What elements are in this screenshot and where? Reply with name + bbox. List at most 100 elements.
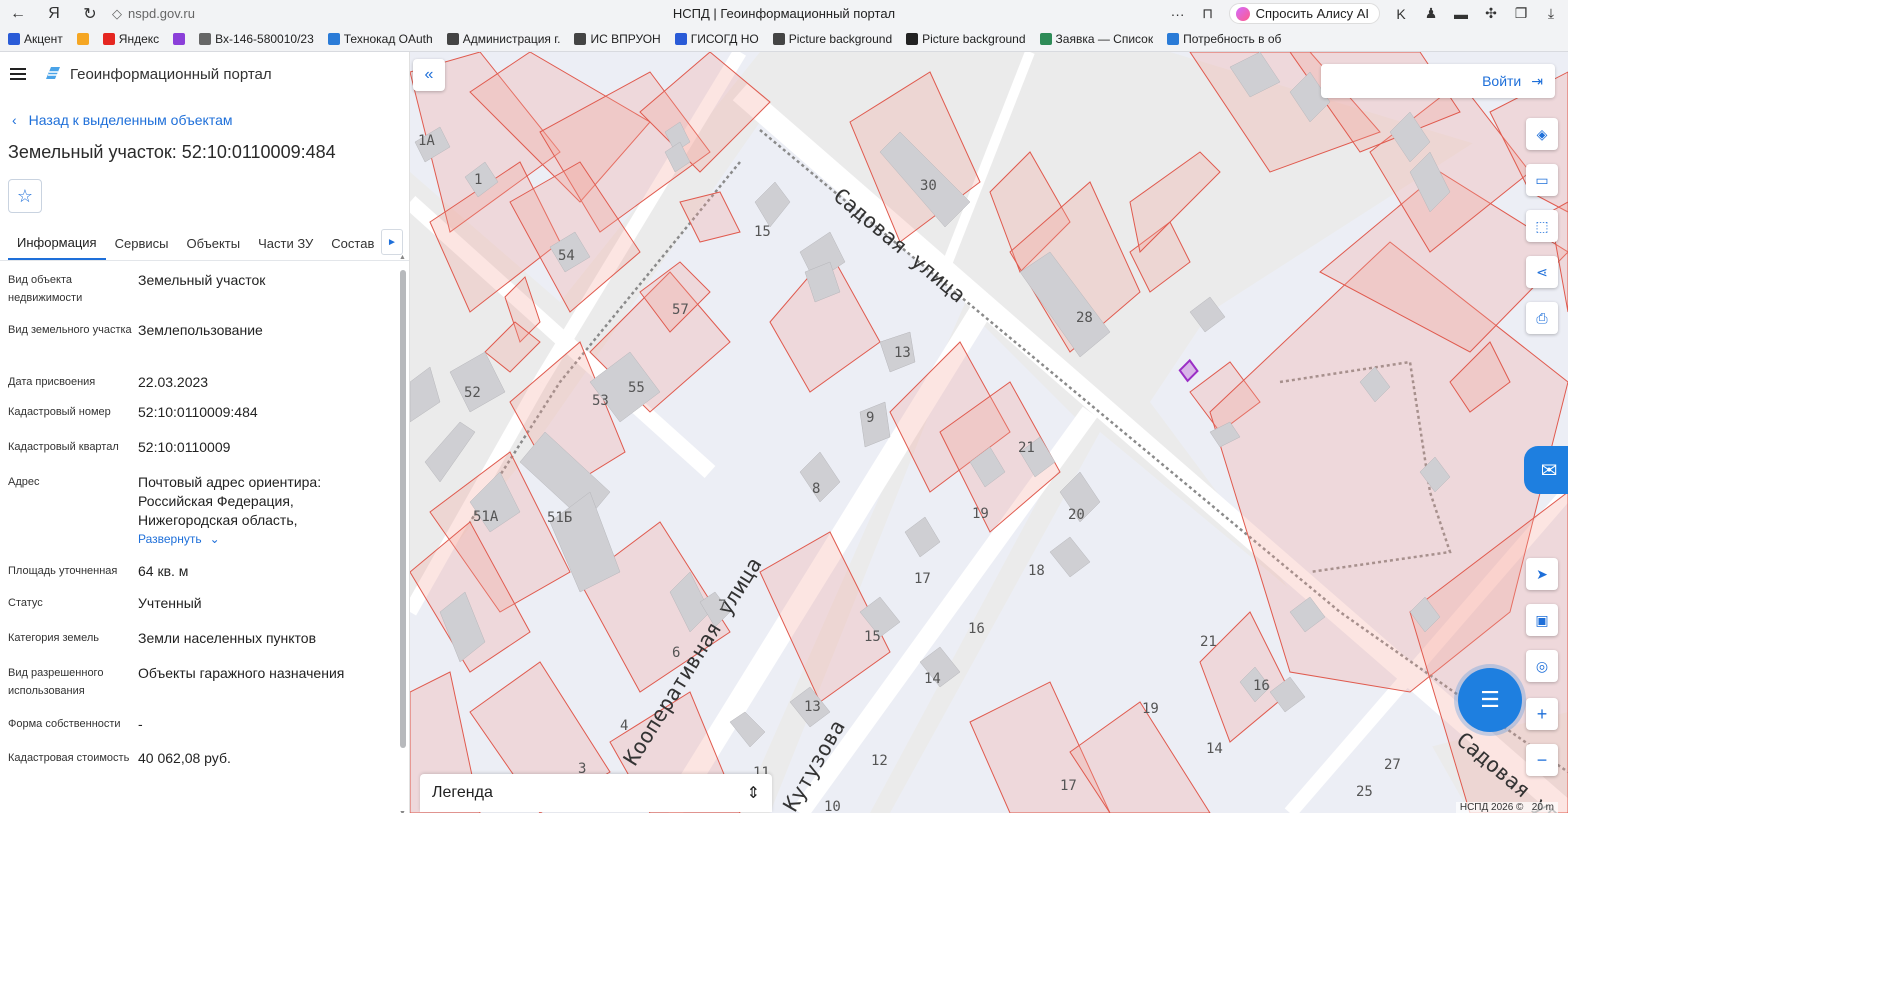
print-button[interactable]: ⎙	[1526, 302, 1558, 334]
bookmark-icon[interactable]: ⊓	[1199, 5, 1217, 23]
house-number: 27	[1384, 757, 1401, 773]
zoom-in-button[interactable]: +	[1526, 698, 1558, 730]
bookmark-favicon-icon	[327, 33, 340, 45]
star-icon: ☆	[16, 185, 34, 206]
bookmark-favicon-icon	[1167, 33, 1180, 45]
attr-row: Площадь уточненная 64 кв. м	[8, 562, 391, 594]
tab-services[interactable]: Сервисы	[106, 227, 178, 260]
bookmark-label: Администрация г.	[462, 32, 561, 46]
bookmark-item[interactable]: Picture background	[772, 32, 892, 46]
bookmark-item[interactable]	[76, 33, 89, 45]
bookmark-item[interactable]: Яндекс	[102, 32, 159, 46]
bookmark-item[interactable]: Вх-146-580010/23	[199, 32, 314, 46]
bookmark-item[interactable]: Технокад OAuth	[327, 32, 433, 46]
house-number: 30	[920, 178, 937, 194]
tab-bar: Информация Сервисы Объекты Части ЗУ Сост…	[0, 227, 409, 261]
attr-value: 52:10:0110009:484	[138, 404, 258, 420]
browser-nav: ← Я ↻	[0, 4, 108, 24]
back-icon[interactable]: ←	[0, 5, 36, 23]
address-bar[interactable]: ◇ nspd.gov.ru	[112, 6, 372, 22]
alice-label: Спросить Алису AI	[1255, 6, 1369, 21]
attr-row: Форма собственности -	[8, 715, 391, 749]
extension-figure-icon[interactable]: ♟	[1422, 5, 1440, 23]
browser-right-tools: ··· ⊓ Спросить Алису AI K ♟ ▬ ✣ ❐ ⤓	[1169, 0, 1560, 27]
bookmark-favicon-icon	[446, 33, 459, 45]
extension-k-icon[interactable]: K	[1392, 5, 1410, 23]
collapse-panel-button[interactable]: «	[413, 59, 445, 91]
bookmarks-bar: Акцент Яндекс Вх-146-580010/23 Технокад OAu…	[0, 27, 1568, 52]
layers-button[interactable]: ◈	[1526, 118, 1558, 150]
house-number: 55	[628, 380, 645, 396]
shield-icon: ◇	[112, 5, 122, 21]
zoom-out-button[interactable]: −	[1526, 744, 1558, 776]
tab-info[interactable]: Информация	[8, 227, 106, 260]
share-button[interactable]: ⋖	[1526, 256, 1558, 288]
house-number: 52	[464, 385, 481, 401]
bookmark-favicon-icon	[772, 33, 785, 45]
scroll-thumb[interactable]	[400, 270, 406, 748]
attr-key: Вид объекта недвижимости	[8, 274, 83, 304]
house-number: 21	[1018, 440, 1035, 456]
puzzle-icon[interactable]: ✣	[1482, 5, 1500, 23]
menu-icon[interactable]	[10, 68, 26, 80]
yandex-icon[interactable]: Я	[36, 5, 72, 23]
legend-panel[interactable]: Легенда ⇕	[420, 774, 772, 812]
location-search-button[interactable]: ◎	[1526, 650, 1558, 682]
bookmark-item[interactable]: ГИСОГД НО	[674, 32, 759, 46]
house-number: 20	[1068, 507, 1085, 523]
map-view[interactable]: Садовая улица Кооперативная улица Кутузо…	[410, 52, 1568, 813]
house-number: 18	[1028, 563, 1045, 579]
panel-scrollbar[interactable]: ▲ ▼	[399, 254, 406, 813]
download-icon[interactable]: ⤓	[1542, 5, 1560, 23]
scroll-up-icon[interactable]: ▲	[399, 254, 406, 261]
bookmark-item[interactable]: ИС ВПРУОН	[574, 32, 661, 46]
tab-composition[interactable]: Состав	[322, 227, 383, 260]
map-canvas[interactable]: Садовая улица Кооперативная улица Кутузо…	[410, 52, 1568, 813]
more-icon[interactable]: ···	[1169, 5, 1187, 23]
attr-key: Статус	[8, 597, 43, 609]
chat-fab-button[interactable]: ☰	[1458, 668, 1522, 732]
bookmark-item[interactable]: Потребность в об	[1167, 32, 1281, 46]
legend-label: Легенда	[432, 784, 493, 801]
tab-objects[interactable]: Объекты	[177, 227, 249, 260]
attr-row: Категория земель Земли населенных пунктов	[8, 629, 391, 664]
measure-button[interactable]: ▭	[1526, 164, 1558, 196]
tab-parts[interactable]: Части ЗУ	[249, 227, 322, 260]
attr-key: Форма собственности	[8, 718, 121, 730]
expand-address-button[interactable]: Развернуть ⌄	[138, 532, 378, 546]
bookmark-label: Picture background	[922, 32, 1026, 46]
bookmark-item[interactable]: Заявка — Список	[1039, 32, 1153, 46]
house-number: 57	[672, 302, 689, 318]
bookmark-item[interactable]: Акцент	[8, 32, 63, 46]
bookmark-label: ИС ВПРУОН	[590, 32, 661, 46]
attr-key: Площадь уточненная	[8, 565, 118, 577]
tabs-scroll-right-button[interactable]: ►	[381, 229, 403, 255]
assistant-tab-button[interactable]: ✉	[1524, 446, 1568, 494]
login-button[interactable]: Войти ⇥	[1321, 64, 1555, 98]
collections-icon[interactable]: ❐	[1512, 5, 1530, 23]
bookmark-item[interactable]: Администрация г.	[446, 32, 561, 46]
back-link[interactable]: ‹ Назад к выделенным объектам	[12, 112, 409, 128]
select-area-button[interactable]: ⬚	[1526, 210, 1558, 242]
bookmark-item[interactable]	[173, 33, 186, 45]
plus-icon: +	[1536, 703, 1548, 724]
bookmark-item[interactable]: Picture background	[906, 32, 1026, 46]
house-number: 13	[804, 699, 821, 715]
geolocation-button[interactable]: ➤	[1526, 558, 1558, 590]
attr-row: Вид земельного участка Землепользование	[8, 321, 391, 371]
attribute-list: Вид объекта недвижимости Земельный участо…	[0, 261, 409, 799]
attr-value: 64 кв. м	[138, 563, 189, 579]
reload-icon[interactable]: ↻	[72, 4, 108, 24]
location-pin-icon: ◎	[1535, 657, 1549, 674]
attr-row: Кадастровый квартал 52:10:0110009	[8, 438, 391, 473]
expand-collapse-icon: ⇕	[746, 785, 760, 802]
house-number: 54	[558, 248, 575, 264]
attr-row: Кадастровый номер 52:10:0110009:484	[8, 403, 391, 438]
portal-logo[interactable]: Геоинформационный портал	[44, 65, 272, 83]
minimap-button[interactable]: ▣	[1526, 604, 1558, 636]
scroll-down-icon[interactable]: ▼	[399, 810, 406, 813]
favorite-button[interactable]: ☆	[8, 179, 42, 213]
extension-box-icon[interactable]: ▬	[1452, 5, 1470, 23]
bookmark-label: Технокад OAuth	[343, 32, 433, 46]
alice-button[interactable]: Спросить Алису AI	[1228, 3, 1380, 24]
